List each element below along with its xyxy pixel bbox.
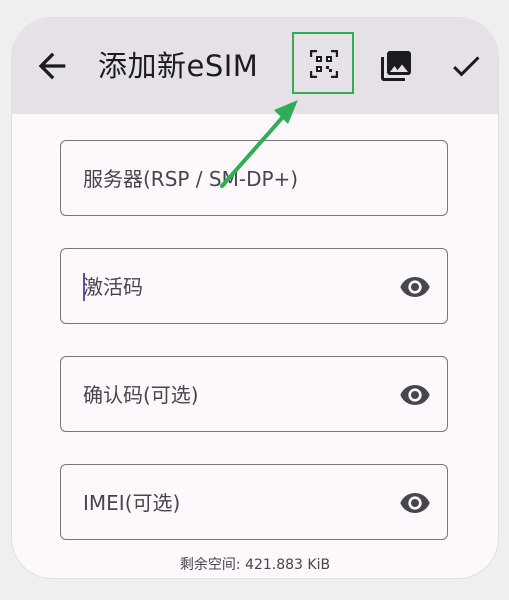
eye-icon[interactable] <box>399 487 431 519</box>
back-button[interactable] <box>32 46 72 86</box>
confirm-button[interactable] <box>448 48 484 84</box>
imei-label: IMEI(可选) <box>83 491 181 515</box>
photo-library-icon <box>381 51 411 81</box>
arrow-back-icon <box>38 52 66 80</box>
server-field-label: 服务器(RSP / SM-DP+) <box>83 167 299 191</box>
server-field[interactable]: 服务器(RSP / SM-DP+) <box>60 140 448 216</box>
gallery-button[interactable] <box>378 48 414 84</box>
free-space-text: 剩余空间: 421.883 KiB <box>179 557 331 573</box>
scan-qr-button[interactable] <box>292 32 354 94</box>
qr-code-scanner-icon <box>310 50 338 78</box>
add-esim-dialog: 添加新eSIM 服务器(RSP / SM-DP+) 激活码 确认码(可选) IM… <box>12 18 498 578</box>
imei-field[interactable]: IMEI(可选) <box>60 464 448 540</box>
eye-icon[interactable] <box>399 379 431 411</box>
confirmation-code-field[interactable]: 确认码(可选) <box>60 356 448 432</box>
activation-code-label: 激活码 <box>83 275 143 299</box>
page-title: 添加新eSIM <box>98 49 259 83</box>
confirmation-code-label: 确认码(可选) <box>83 383 199 407</box>
app-bar: 添加新eSIM <box>12 18 498 114</box>
activation-code-field[interactable]: 激活码 <box>60 248 448 324</box>
check-icon <box>453 56 480 77</box>
eye-icon[interactable] <box>399 271 431 303</box>
